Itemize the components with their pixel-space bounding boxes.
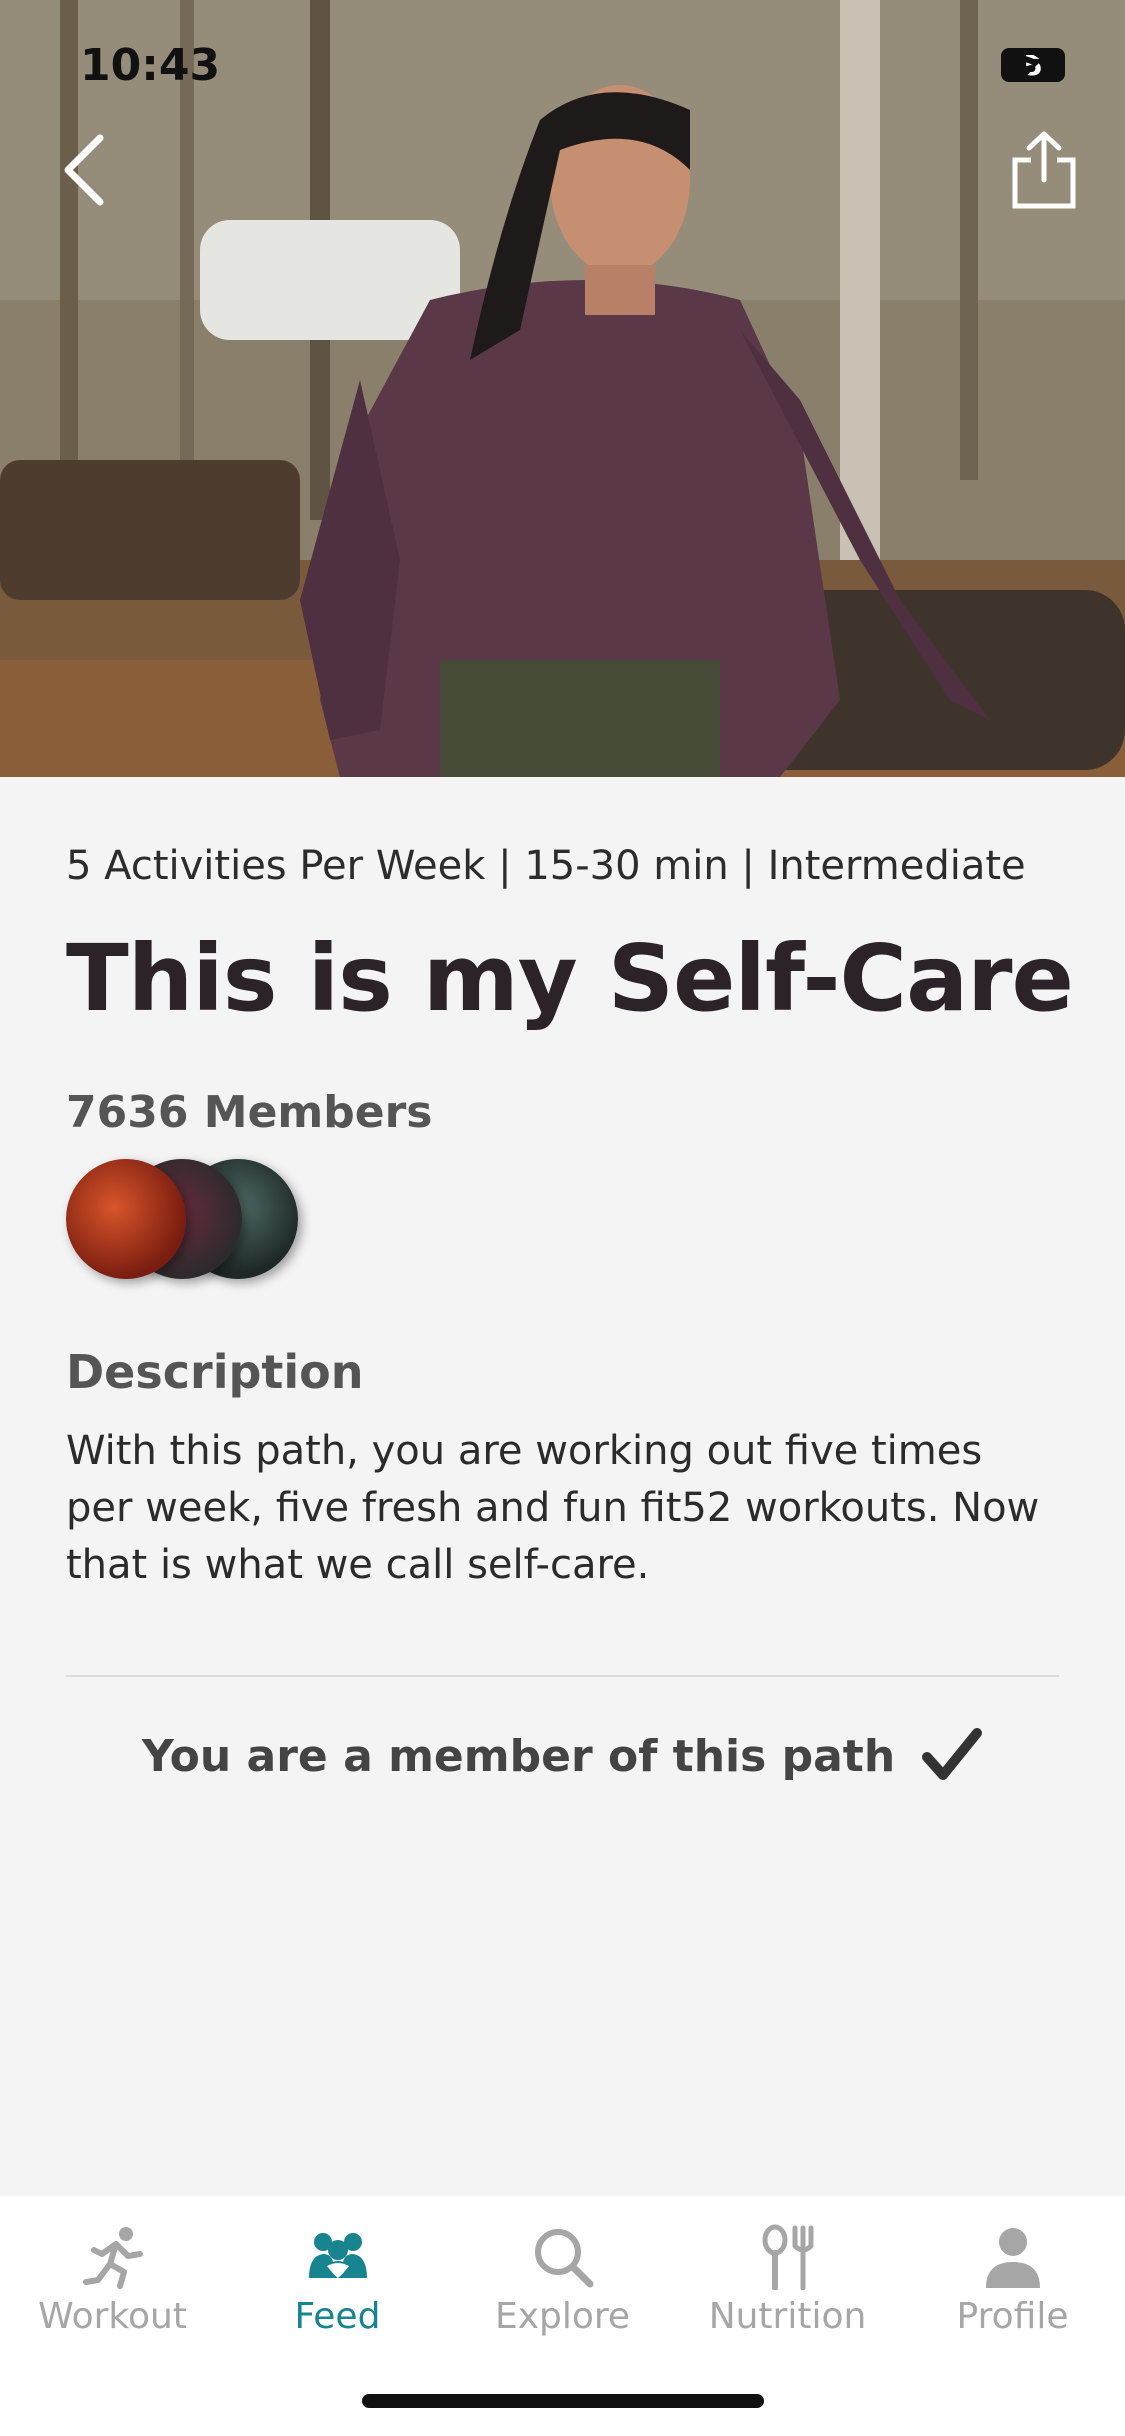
search-icon [534, 2229, 593, 2288]
description-heading: Description [66, 1345, 364, 1399]
description-text: With this path, you are working out five… [66, 1428, 1040, 1588]
back-button[interactable] [56, 130, 116, 210]
tab-label: Workout [38, 2296, 187, 2337]
status-time: 10:43 [80, 40, 221, 91]
tab-feed[interactable]: Feed [225, 2224, 450, 2354]
share-icon [1012, 131, 1076, 209]
share-button[interactable] [1009, 130, 1079, 210]
member-avatars[interactable] [66, 1159, 326, 1279]
tab-label: Explore [494, 2296, 631, 2337]
tab-nutrition[interactable]: Nutrition [675, 2224, 900, 2354]
membership-status: You are a member of this path [66, 1727, 1059, 1785]
member-count: 7636 Members [66, 1087, 433, 1138]
tab-profile[interactable]: Profile [900, 2224, 1125, 2354]
people-icon [308, 2233, 367, 2278]
page-title: This is my Self-Care [66, 925, 1074, 1032]
runner-icon [82, 2227, 143, 2289]
hero-photo-illustration [0, 0, 1125, 777]
tab-label: Feed [294, 2296, 381, 2337]
wifi-icon [1001, 48, 1045, 80]
divider [66, 1675, 1059, 1677]
path-meta: 5 Activities Per Week | 15-30 min | Inte… [66, 843, 1026, 889]
hero-image: 10:43 5 [0, 0, 1125, 777]
chevron-left-icon [64, 134, 104, 206]
membership-status-label: You are a member of this path [141, 1730, 896, 1782]
checkmark-icon [922, 1728, 983, 1780]
tab-workout[interactable]: Workout [0, 2224, 225, 2354]
tab-explore[interactable]: Explore [450, 2224, 675, 2354]
fork-spoon-icon [762, 2224, 813, 2290]
home-indicator[interactable] [362, 2394, 764, 2408]
tab-label: Profile [956, 2296, 1069, 2337]
person-icon [985, 2228, 1040, 2288]
tab-label: Nutrition [708, 2296, 867, 2337]
status-icons: 5 [1001, 48, 1065, 82]
avatar [66, 1159, 186, 1279]
